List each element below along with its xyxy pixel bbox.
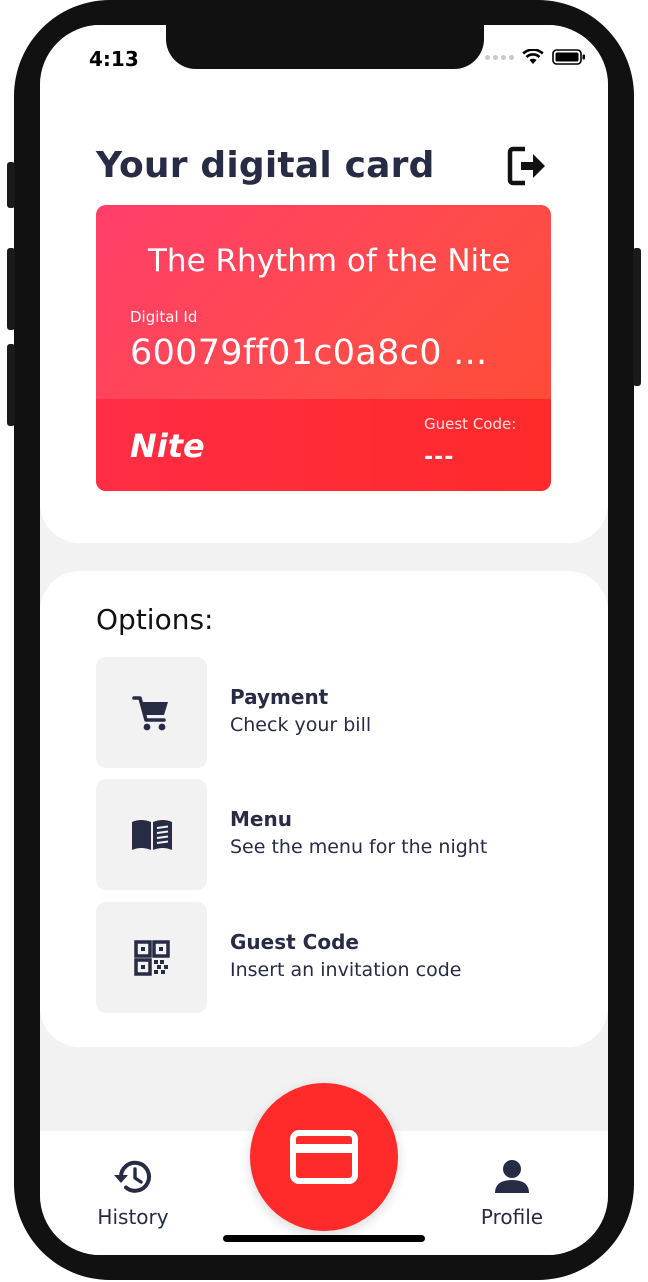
signal-icon <box>485 54 514 60</box>
app-screen: Your digital card The Rhythm of the Nite… <box>40 25 608 1255</box>
option-title: Payment <box>230 685 329 709</box>
nav-history-label: History <box>97 1205 169 1229</box>
notch <box>166 25 484 69</box>
page-title: Your digital card <box>96 145 435 186</box>
book-icon <box>131 819 172 850</box>
guest-code-label: Guest Code: <box>424 415 517 433</box>
digital-id-label: Digital Id <box>130 308 198 326</box>
venue-name: The Rhythm of the Nite <box>148 243 511 279</box>
option-subtitle: Insert an invitation code <box>230 959 462 981</box>
volume-up-button <box>7 248 15 330</box>
card-fab-button[interactable] <box>250 1083 398 1231</box>
option-subtitle: See the menu for the night <box>230 836 488 858</box>
qr-code-icon <box>133 939 170 976</box>
cart-icon <box>131 695 168 730</box>
option-subtitle: Check your bill <box>230 714 372 736</box>
option-menu[interactable]: Menu See the menu for the night <box>96 779 536 890</box>
options-heading: Options: <box>96 603 214 636</box>
top-panel: Your digital card The Rhythm of the Nite… <box>40 25 608 543</box>
mute-switch <box>7 162 15 208</box>
guest-code-value: --- <box>424 445 455 470</box>
nav-history[interactable]: History <box>73 1157 193 1229</box>
status-icons <box>485 49 586 65</box>
home-indicator <box>223 1235 425 1242</box>
history-icon <box>114 1160 151 1193</box>
option-icon-box <box>96 657 207 768</box>
credit-card-icon <box>290 1130 358 1184</box>
battery-icon <box>552 49 585 65</box>
nav-profile[interactable]: Profile <box>452 1157 572 1229</box>
wifi-icon <box>522 49 544 64</box>
option-title: Guest Code <box>230 930 359 954</box>
nav-profile-label: Profile <box>480 1205 544 1229</box>
digital-card[interactable]: The Rhythm of the Nite Digital Id 60079f… <box>96 205 551 491</box>
option-icon-box <box>96 902 207 1013</box>
card-footer: Nite Guest Code: --- <box>96 399 551 491</box>
volume-down-button <box>7 344 15 426</box>
profile-icon <box>495 1160 529 1193</box>
option-payment[interactable]: Payment Check your bill <box>96 657 536 768</box>
logout-icon <box>507 146 545 186</box>
option-title: Menu <box>230 807 292 831</box>
card-brand: Nite <box>130 427 205 465</box>
status-time: 4:13 <box>89 47 139 71</box>
option-icon-box <box>96 779 207 890</box>
power-button <box>633 248 641 386</box>
logout-button[interactable] <box>507 145 547 187</box>
options-panel: Options: Payment Check your bill Menu Se… <box>40 571 608 1047</box>
digital-id-value: 60079ff01c0a8c0 ... <box>130 333 488 373</box>
option-guest-code[interactable]: Guest Code Insert an invitation code <box>96 902 536 1013</box>
